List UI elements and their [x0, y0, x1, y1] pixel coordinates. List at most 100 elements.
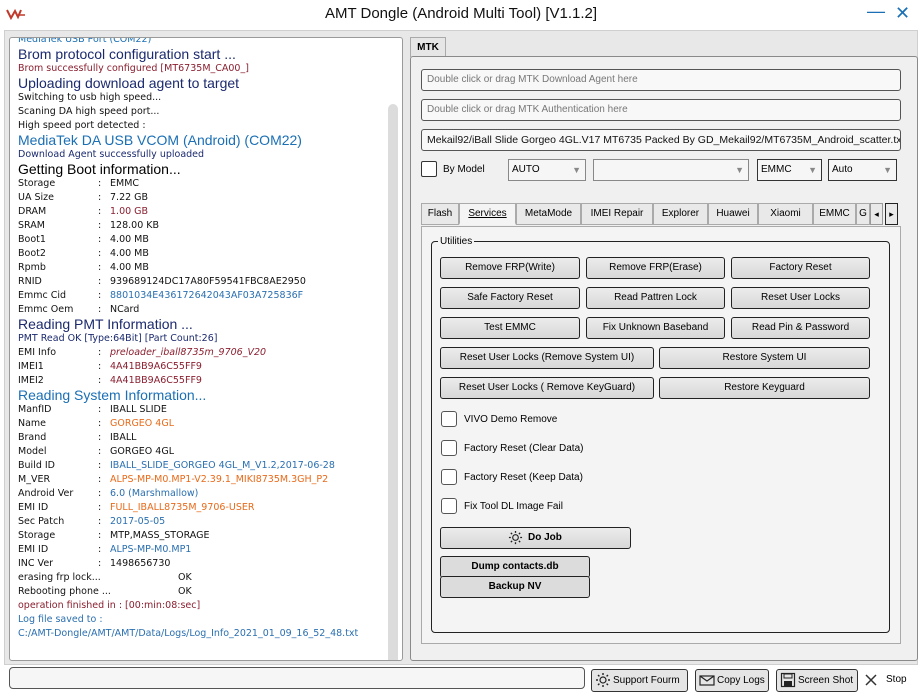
log-line: Android Ver:6.0 (Marshmallow)	[18, 487, 388, 501]
download-agent-field[interactable]: Double click or drag MTK Download Agent …	[421, 69, 901, 91]
factory-reset-keep-data-label: Factory Reset (Keep Data)	[464, 472, 583, 483]
log-line: Switching to usb high speed...	[18, 91, 388, 105]
log-key: EMI Info	[18, 347, 56, 358]
close-icon[interactable]: ✕	[895, 4, 910, 22]
tab-scroll-left-icon[interactable]: ◂	[870, 203, 883, 225]
model-select[interactable]: AUTO ▼	[508, 159, 586, 181]
log-key: SRAM	[18, 220, 45, 231]
minimize-icon[interactable]: —	[867, 2, 885, 20]
factory-reset-button[interactable]: Factory Reset	[731, 257, 870, 279]
progress-bar	[9, 667, 585, 689]
log-line: EMI ID: FULL_IBALL8735M_9706-USER	[18, 501, 388, 515]
log-line: C:/AMT-Dongle/AMT/AMT/Data/Logs/Log_Info…	[18, 627, 388, 641]
vivo-demo-remove-checkbox[interactable]	[441, 411, 457, 427]
log-key: Model	[18, 446, 47, 457]
fix-unknown-baseband-button[interactable]: Fix Unknown Baseband	[586, 317, 725, 339]
log-line: IMEI1:4A41BB9A6C55FF9	[18, 360, 388, 374]
log-separator: :	[98, 276, 102, 287]
log-separator: :	[98, 347, 102, 358]
tab-metamode[interactable]: MetaMode	[516, 203, 581, 225]
restore-system-ui-button[interactable]: Restore System UI	[659, 347, 870, 369]
tab-flash[interactable]: Flash	[421, 203, 459, 225]
reset-user-locks-remove-keyguard-button[interactable]: Reset User Locks ( Remove KeyGuard)	[440, 377, 654, 399]
authentication-field[interactable]: Double click or drag MTK Authentication …	[421, 99, 901, 121]
by-model-checkbox[interactable]	[421, 161, 437, 177]
tab-huawei[interactable]: Huawei	[708, 203, 758, 225]
backup-nv-button[interactable]: Backup NV	[440, 576, 590, 598]
remove-frp-write-button[interactable]: Remove FRP(Write)	[440, 257, 580, 279]
tab-xiaomi[interactable]: Xiaomi	[758, 203, 813, 225]
vivo-demo-remove-label: VIVO Demo Remove	[464, 414, 558, 425]
tab-imei-repair[interactable]: IMEI Repair	[581, 203, 653, 225]
log-line: Brom successfully configured [MT6735M_CA…	[18, 62, 388, 76]
log-text: Download Agent successfully uploaded	[18, 149, 205, 160]
dump-contacts-button[interactable]: Dump contacts.db	[440, 556, 590, 578]
support-forum-label: Support Fourm	[613, 675, 680, 686]
log-value: 4A41BB9A6C55FF9	[110, 361, 202, 372]
brand-select[interactable]: ▼	[593, 159, 749, 181]
read-pattern-lock-button[interactable]: Read Pattren Lock	[586, 287, 725, 309]
storage-select[interactable]: EMMC ▼	[757, 159, 822, 181]
save-icon	[780, 672, 796, 688]
log-separator: :	[98, 375, 102, 386]
log-text: High speed port detected :	[18, 120, 146, 131]
tab-services[interactable]: Services	[459, 203, 516, 225]
log-key: M_VER	[18, 474, 51, 485]
do-job-button[interactable]: Do Job	[440, 527, 631, 549]
log-scrollbar[interactable]	[388, 104, 398, 660]
log-value: 1498656730	[110, 558, 171, 569]
tab-explorer[interactable]: Explorer	[653, 203, 708, 225]
mode-select[interactable]: Auto ▼	[828, 159, 897, 181]
log-line: Scaning DA high speed port...	[18, 105, 388, 119]
log-value: IBALL SLIDE	[110, 404, 167, 415]
log-separator: :	[98, 474, 102, 485]
reset-user-locks-remove-system-ui-button[interactable]: Reset User Locks (Remove System UI)	[440, 347, 654, 369]
log-line: Brand: IBALL	[18, 431, 388, 445]
log-key: Android Ver	[18, 488, 74, 499]
log-key: Build ID	[18, 460, 55, 471]
log-key: Storage	[18, 178, 56, 189]
scatter-file-field[interactable]: Mekail92/iBall Slide Gorgeo 4GL.V17 MT67…	[421, 129, 901, 151]
close-icon	[865, 674, 877, 686]
restore-keyguard-button[interactable]: Restore Keyguard	[659, 377, 870, 399]
log-status-ok: OK	[178, 572, 192, 583]
fix-tool-dl-image-fail-checkbox[interactable]	[441, 498, 457, 514]
log-line: Build ID: IBALL_SLIDE_GORGEO 4GL_M_V1.2,2…	[18, 459, 388, 473]
log-line: Storage: MTP,MASS_STORAGE	[18, 529, 388, 543]
copy-logs-button[interactable]: Copy Logs	[695, 669, 769, 692]
reset-user-locks-button[interactable]: Reset User Locks	[731, 287, 870, 309]
tab-scroll-right-icon[interactable]: ▸	[885, 203, 898, 225]
log-heading: Brom protocol configuration start ...	[18, 46, 236, 62]
read-pin-password-button[interactable]: Read Pin & Password	[731, 317, 870, 339]
factory-reset-keep-data-checkbox[interactable]	[441, 469, 457, 485]
do-job-label: Do Job	[528, 532, 562, 543]
log-text: Scaning DA high speed port...	[18, 106, 160, 117]
log-heading: Reading PMT Information ...	[18, 316, 193, 332]
log-value: 8801034E436172642043AF03A725836F	[110, 290, 304, 301]
tab-overflow[interactable]: G	[856, 203, 870, 225]
log-value: NCard	[110, 304, 140, 315]
screen-shot-button[interactable]: Screen Shot	[776, 669, 858, 692]
stop-label: Stop	[886, 674, 907, 685]
test-emmc-button[interactable]: Test EMMC	[440, 317, 580, 339]
log-value: preloader_iball8735m_9706_V20	[110, 347, 267, 358]
tab-emmc[interactable]: EMMC	[813, 203, 856, 225]
remove-frp-erase-button[interactable]: Remove FRP(Erase)	[586, 257, 725, 279]
copy-logs-label: Copy Logs	[717, 675, 765, 686]
log-separator: :	[98, 304, 102, 315]
safe-factory-reset-button[interactable]: Safe Factory Reset	[440, 287, 580, 309]
log-key: Rebooting phone ...	[18, 586, 111, 597]
support-forum-button[interactable]: Support Fourm	[591, 669, 688, 692]
log-value: 939689124DC17A80F59541FBC8AE2950	[110, 276, 306, 287]
log-text: C:/AMT-Dongle/AMT/AMT/Data/Logs/Log_Info…	[18, 628, 359, 639]
log-value: 7.22 GB	[110, 192, 149, 203]
by-model-label: By Model	[443, 164, 485, 175]
factory-reset-clear-data-checkbox[interactable]	[441, 440, 457, 456]
tab-mtk[interactable]: MTK	[410, 37, 446, 57]
log-key: Brand	[18, 432, 47, 443]
log-line: UA Size:7.22 GB	[18, 191, 388, 205]
chevron-down-icon: ▼	[572, 165, 581, 175]
log-value: GORGEO 4GL	[110, 446, 174, 457]
log-separator: :	[98, 404, 102, 415]
log-line: Boot2:4.00 MB	[18, 247, 388, 261]
